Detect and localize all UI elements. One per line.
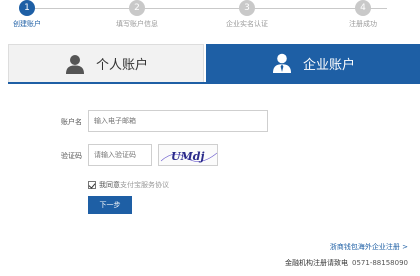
account-type-tabs: 个人账户 企业账户 [8, 44, 420, 84]
step-number: 1 [19, 0, 35, 16]
step-label: 注册成功 [349, 20, 377, 28]
account-label: 账户名 [61, 118, 82, 126]
captcha-label: 验证码 [61, 152, 82, 160]
step-label: 创建账户 [13, 20, 41, 28]
agree-text: 我同意 [99, 181, 120, 189]
step-label: 填写账户信息 [116, 20, 158, 28]
agreement-link[interactable]: 支付宝服务协议 [120, 180, 169, 190]
tab-label: 个人账户 [95, 58, 148, 73]
business-user-icon [272, 53, 291, 73]
step-fill-info: 2 填写账户信息 [97, 0, 177, 29]
hotline-label: 金融机构注册请致电 [285, 259, 349, 267]
overseas-registration-link[interactable]: 浙商钱包海外企业注册 > [330, 242, 408, 252]
step-verification: 3 企业实名认证 [207, 0, 287, 29]
step-number: 3 [239, 0, 255, 16]
captcha-noise: UMdj [160, 150, 217, 163]
step-label: 企业实名认证 [226, 20, 268, 28]
tab-personal-account[interactable]: 个人账户 [8, 44, 204, 82]
tab-label: 企业账户 [302, 57, 355, 73]
agreement-row: 我同意 支付宝服务协议 [88, 180, 169, 190]
step-success: 4 注册成功 [323, 0, 403, 29]
tab-company-account[interactable]: 企业账户 [206, 44, 420, 82]
hotline-info: 金融机构注册请致电 0571-88158090 [285, 258, 408, 268]
account-email-input[interactable] [88, 110, 268, 132]
captcha-image[interactable]: UMdj [158, 144, 218, 166]
captcha-input[interactable] [88, 144, 152, 166]
agree-checkbox[interactable] [88, 181, 96, 189]
step-number: 4 [355, 0, 371, 16]
step-create-account: 1 创建账户 [0, 0, 67, 29]
next-step-button[interactable]: 下一步 [88, 196, 132, 214]
step-number: 2 [129, 0, 145, 16]
user-icon [65, 54, 84, 74]
captcha-text: UMdj [171, 150, 204, 163]
progress-steps: 1 创建账户 2 填写账户信息 3 企业实名认证 4 注册成功 [0, 0, 420, 36]
hotline-number: 0571-88158090 [352, 259, 408, 267]
